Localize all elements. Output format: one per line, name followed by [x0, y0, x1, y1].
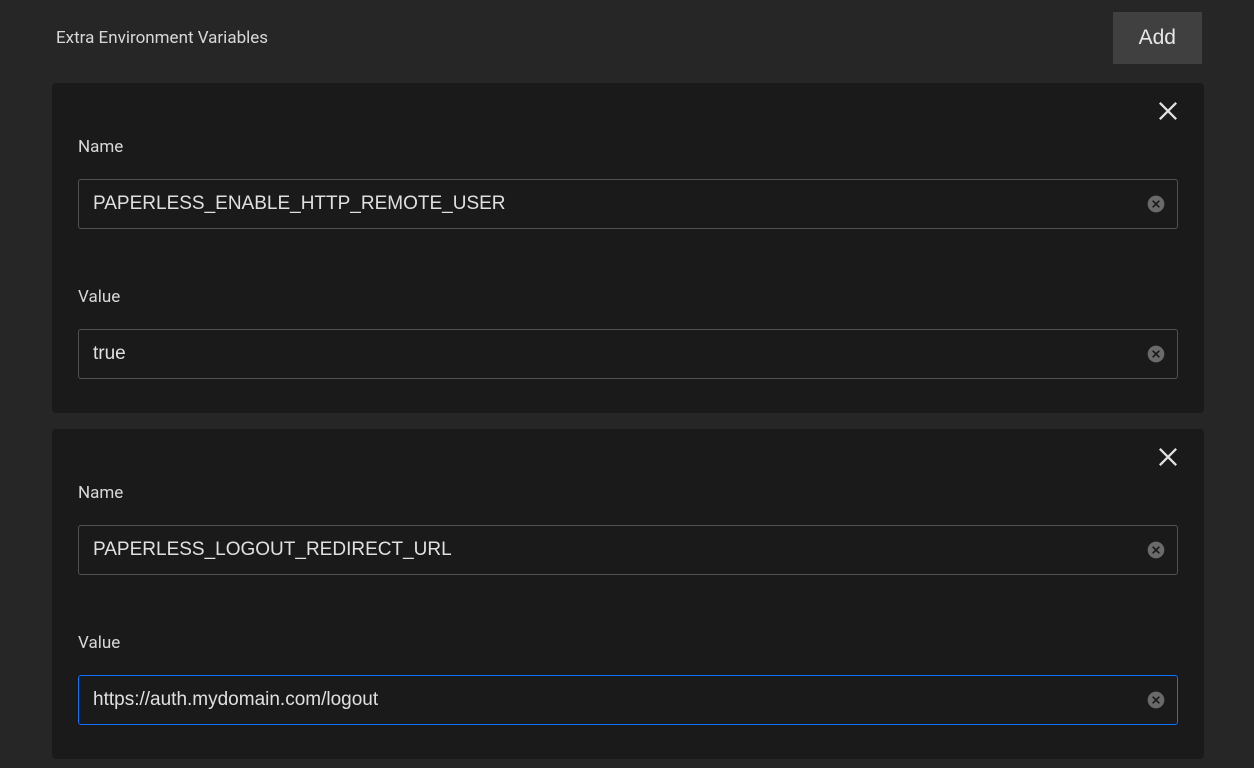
name-label: Name	[78, 483, 1178, 503]
value-field-group: Value	[78, 287, 1178, 379]
name-field-group: Name	[78, 137, 1178, 229]
env-vars-list: Name Value	[0, 76, 1254, 759]
name-input-wrapper	[78, 525, 1178, 575]
value-input[interactable]	[78, 329, 1178, 379]
clear-input-button[interactable]	[1146, 194, 1166, 214]
env-var-card: Name Value	[52, 83, 1204, 413]
value-label: Value	[78, 287, 1178, 307]
remove-card-button[interactable]	[1154, 97, 1182, 125]
add-button[interactable]: Add	[1113, 12, 1202, 64]
env-var-card: Name Value	[52, 429, 1204, 759]
name-input-wrapper	[78, 179, 1178, 229]
name-input[interactable]	[78, 179, 1178, 229]
clear-icon	[1146, 540, 1166, 560]
value-input-wrapper	[78, 329, 1178, 379]
close-icon	[1154, 97, 1182, 125]
remove-card-button[interactable]	[1154, 443, 1182, 471]
name-field-group: Name	[78, 483, 1178, 575]
value-label: Value	[78, 633, 1178, 653]
value-input[interactable]	[78, 675, 1178, 725]
section-header: Extra Environment Variables Add	[0, 0, 1254, 76]
value-input-wrapper	[78, 675, 1178, 725]
clear-icon	[1146, 690, 1166, 710]
close-icon	[1154, 443, 1182, 471]
section-title: Extra Environment Variables	[56, 28, 268, 48]
clear-icon	[1146, 194, 1166, 214]
clear-input-button[interactable]	[1146, 344, 1166, 364]
clear-input-button[interactable]	[1146, 690, 1166, 710]
value-field-group: Value	[78, 633, 1178, 725]
name-input[interactable]	[78, 525, 1178, 575]
name-label: Name	[78, 137, 1178, 157]
clear-icon	[1146, 344, 1166, 364]
clear-input-button[interactable]	[1146, 540, 1166, 560]
